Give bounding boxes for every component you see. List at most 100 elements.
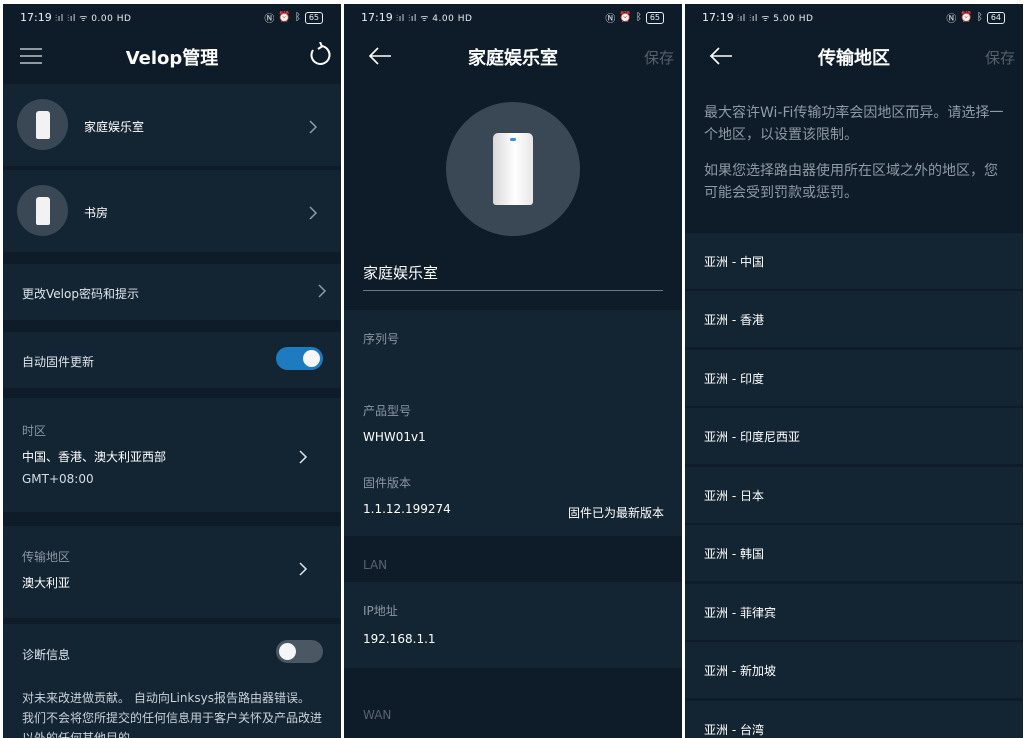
battery-icon: 64 [986, 11, 1005, 24]
node-avatar [17, 185, 68, 236]
ip-label: IP地址 [363, 604, 398, 618]
bluetooth-icon: ᛒ [976, 12, 983, 23]
nfc-icon: Ⓝ [946, 14, 957, 25]
status-system-icons: Ⓝ ⏰ ᛒ 65 [605, 10, 664, 25]
region-label: 传输地区 [22, 550, 71, 564]
nfc-icon: Ⓝ [605, 14, 616, 25]
timezone-label: 时区 [22, 424, 47, 438]
change-password-label: 更改Velop密码和提示 [22, 287, 139, 301]
status-time: 17:19 [20, 11, 52, 24]
chevron-right-icon [299, 450, 308, 464]
region-item-singapore[interactable]: 亚洲 - 新加坡 [685, 642, 1023, 698]
chevron-right-icon [309, 206, 318, 220]
region-item-taiwan[interactable]: 亚洲 - 台湾 [685, 701, 1023, 738]
status-network: ⫶ıl ⫶ıl ᯤ 4.00 HD [396, 14, 473, 24]
page-title: 家庭娱乐室 [468, 48, 558, 69]
screen-velop-management: 17:19 ⫶ıl ⫶ıl ᯤ 0.00 HD Ⓝ ⏰ ᛒ 65 Velop管理… [3, 4, 341, 738]
page-title: 传输地区 [818, 48, 890, 69]
node-name: 书房 [84, 206, 109, 220]
lan-info-card: IP地址 192.168.1.1 [344, 582, 682, 668]
velop-node-icon [36, 111, 50, 139]
device-info-card: 序列号 产品型号 WHW01v1 固件版本 1.1.12.199274 固件已为… [344, 310, 682, 536]
auto-update-toggle[interactable] [276, 347, 323, 370]
status-time: 17:19 [702, 11, 734, 24]
save-button[interactable]: 保存 [644, 47, 674, 68]
status-bar: 17:19 ⫶ıl ⫶ıl ᯤ 4.00 HD Ⓝ ⏰ ᛒ 65 [344, 4, 682, 30]
toggle-knob [303, 350, 320, 367]
status-system-icons: Ⓝ ⏰ ᛒ 64 [946, 10, 1005, 25]
region-row[interactable]: 传输地区 澳大利亚 [3, 526, 341, 618]
diagnostics-description: 对未来改进做贡献。 自动向Linksys报告路由器错误。 我们不会将您所提交的任… [22, 691, 323, 738]
alarm-icon: ⏰ [619, 12, 632, 23]
page-title: Velop管理 [125, 48, 219, 69]
node-image [446, 102, 580, 236]
region-warning-text: 如果您选择路由器使用所在区域之外的地区，您可能会受到罚款或惩罚。 [704, 163, 998, 201]
battery-icon: 65 [304, 11, 323, 24]
status-bar: 17:19 ⫶ıl ⫶ıl ᯤ 0.00 HD Ⓝ ⏰ ᛒ 65 [3, 4, 341, 30]
region-item-hong-kong[interactable]: 亚洲 - 香港 [685, 291, 1023, 347]
lan-header-label: LAN [363, 558, 388, 572]
region-item-india[interactable]: 亚洲 - 印度 [685, 350, 1023, 406]
nfc-icon: Ⓝ [264, 14, 275, 25]
ip-value: 192.168.1.1 [363, 632, 436, 646]
auto-update-row: 自动固件更新 [3, 332, 341, 388]
firmware-label: 固件版本 [363, 476, 412, 490]
diagnostics-toggle[interactable] [276, 640, 323, 663]
region-item-label: 亚洲 - 中国 [704, 255, 764, 269]
battery-icon: 65 [645, 11, 664, 24]
status-network: ⫶ıl ⫶ıl ᯤ 5.00 HD [737, 14, 814, 24]
region-item-label: 亚洲 - 香港 [704, 313, 764, 327]
bluetooth-icon: ᛒ [294, 12, 301, 23]
status-bar: 17:19 ⫶ıl ⫶ıl ᯤ 5.00 HD Ⓝ ⏰ ᛒ 64 [685, 4, 1023, 30]
region-item-philippines[interactable]: 亚洲 - 菲律宾 [685, 584, 1023, 640]
app-bar: Velop管理 [3, 30, 341, 84]
region-item-korea[interactable]: 亚洲 - 韩国 [685, 525, 1023, 581]
model-label: 产品型号 [363, 404, 412, 418]
save-button[interactable]: 保存 [985, 47, 1015, 68]
node-name-input[interactable]: 家庭娱乐室 [363, 262, 663, 291]
alarm-icon: ⏰ [278, 12, 291, 23]
chevron-right-icon [318, 284, 327, 298]
bluetooth-icon: ᛒ [635, 12, 642, 23]
node-avatar [17, 99, 68, 150]
region-value: 澳大利亚 [22, 576, 71, 590]
auto-update-label: 自动固件更新 [22, 355, 95, 369]
wan-section-header: WAN [344, 676, 682, 738]
app-bar: 家庭娱乐室 保存 [344, 30, 682, 84]
serial-label: 序列号 [363, 332, 400, 346]
timezone-value: 中国、香港、澳大利亚西部 [22, 450, 167, 464]
region-item-label: 亚洲 - 印度尼西亚 [704, 430, 800, 444]
status-network: ⫶ıl ⫶ıl ᯤ 0.00 HD [55, 14, 132, 24]
change-password-row[interactable]: 更改Velop密码和提示 [3, 264, 341, 320]
velop-node-icon [36, 197, 50, 225]
region-item-label: 亚洲 - 韩国 [704, 547, 764, 561]
status-system-icons: Ⓝ ⏰ ᛒ 65 [264, 10, 323, 25]
chevron-right-icon [309, 120, 318, 134]
firmware-value: 1.1.12.199274 [363, 502, 451, 516]
alarm-icon: ⏰ [960, 12, 973, 23]
status-time: 17:19 [361, 11, 393, 24]
region-item-china[interactable]: 亚洲 - 中国 [685, 233, 1023, 289]
region-item-label: 亚洲 - 台湾 [704, 723, 764, 737]
region-item-japan[interactable]: 亚洲 - 日本 [685, 467, 1023, 523]
node-name: 家庭娱乐室 [84, 120, 145, 134]
app-bar: 传输地区 保存 [685, 30, 1023, 84]
lan-section-header: LAN [344, 540, 682, 580]
node-row-study[interactable]: 书房 [3, 170, 341, 252]
timezone-offset: GMT+08:00 [22, 472, 94, 486]
diagnostics-label: 诊断信息 [22, 648, 71, 662]
screen-transmission-region: 17:19 ⫶ıl ⫶ıl ᯤ 5.00 HD Ⓝ ⏰ ᛒ 64 传输地区 保存… [685, 4, 1023, 738]
wan-header-label: WAN [363, 708, 392, 722]
model-value: WHW01v1 [363, 430, 426, 444]
timezone-row[interactable]: 时区 中国、香港、澳大利亚西部 GMT+08:00 [3, 398, 341, 512]
chevron-right-icon [299, 562, 308, 576]
region-item-indonesia[interactable]: 亚洲 - 印度尼西亚 [685, 408, 1023, 464]
node-row-family-room[interactable]: 家庭娱乐室 [3, 84, 341, 166]
region-item-label: 亚洲 - 菲律宾 [704, 606, 776, 620]
region-item-label: 亚洲 - 新加坡 [704, 664, 776, 678]
region-item-label: 亚洲 - 日本 [704, 489, 764, 503]
refresh-icon[interactable] [307, 42, 331, 68]
region-intro-text: 最大容许Wi-Fi传输功率会因地区而异。请选择一个地区，以设置该限制。 [704, 105, 1004, 143]
region-item-label: 亚洲 - 印度 [704, 372, 764, 386]
firmware-status: 固件已为最新版本 [567, 506, 664, 520]
